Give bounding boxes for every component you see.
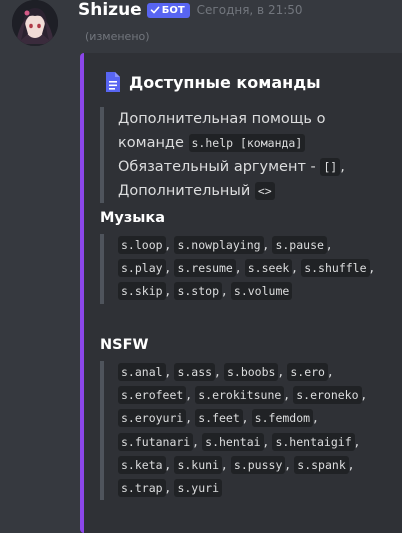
command-code: s.yuri <box>174 479 222 498</box>
field-value-music: s.loop, s.nowplaying, s.pause, s.play, s… <box>100 234 378 304</box>
command-item: s.skip, <box>118 282 170 301</box>
bot-badge: БОТ <box>146 2 190 18</box>
commands-embed: Доступные команды Дополнительная помощь … <box>80 53 402 533</box>
description-line: Дополнительная помощь о <box>118 111 326 127</box>
command-item: s.shuffle, <box>301 259 374 278</box>
description-text: Дополнительный <box>118 183 251 199</box>
command-code: s.hentaigif <box>272 432 355 451</box>
command-code: s.volume <box>230 282 293 301</box>
command-code: s.feet <box>195 409 243 428</box>
command-code: s.trap <box>118 479 166 498</box>
command-code: s.keta <box>118 455 166 474</box>
command-code: s.resume <box>174 259 236 278</box>
command-code: s.shuffle <box>301 259 370 278</box>
command-code: s.boobs <box>223 363 279 381</box>
command-code: s.nowplaying <box>174 236 264 254</box>
command-code: s.hentai <box>202 432 264 451</box>
command-item: s.feet, <box>195 409 247 428</box>
command-code: s.ero <box>287 363 328 381</box>
command-item: s.yuri <box>174 479 222 498</box>
command-code: s.pussy <box>230 455 286 474</box>
bot-avatar[interactable] <box>12 0 58 46</box>
description-punct: , <box>340 159 345 175</box>
command-item: s.ass, <box>174 363 220 381</box>
description-line: Обязательный аргумент - [], <box>118 155 378 179</box>
command-item: s.play, <box>118 259 170 278</box>
command-item: s.boobs, <box>223 363 283 381</box>
message-header: Shizue БОТ Сегодня, в 21:50 <box>78 0 303 22</box>
embed-title: Доступные команды <box>103 71 321 93</box>
command-item: s.loop, <box>118 236 170 254</box>
description-line: команде s.help [команда] <box>118 131 378 155</box>
description-text: команде <box>118 135 184 151</box>
required-arg-code: [] <box>320 158 341 176</box>
bot-badge-label: БОТ <box>161 4 185 16</box>
command-code: s.spank <box>294 455 349 474</box>
username[interactable]: Shizue <box>78 0 142 20</box>
command-code: s.seek <box>244 259 293 278</box>
command-code: s.anal <box>118 363 166 381</box>
field-name-music: Музыка <box>100 210 166 226</box>
command-item: s.erokitsune, <box>195 386 289 405</box>
description-line: Дополнительный <> <box>118 179 378 203</box>
command-code: s.stop <box>174 282 222 301</box>
command-code: s.erofeet <box>118 386 187 405</box>
command-item: s.pussy, <box>230 455 290 474</box>
command-item: s.kuni, <box>174 455 226 474</box>
command-item: s.hentai, <box>202 432 268 451</box>
command-item: s.futanari, <box>118 432 198 451</box>
command-item: s.nowplaying, <box>174 236 268 254</box>
message-timestamp[interactable]: Сегодня, в 21:50 <box>197 3 303 17</box>
command-item: s.eroneko, <box>293 386 366 405</box>
command-code: s.skip <box>118 282 166 301</box>
command-item: s.ero, <box>287 363 332 381</box>
command-item: s.trap, <box>118 479 170 498</box>
optional-arg-code: <> <box>254 182 275 200</box>
command-item: s.femdom, <box>251 409 318 428</box>
command-code: s.play <box>118 259 166 278</box>
command-item: s.resume, <box>174 259 240 278</box>
field-value-nsfw: s.anal, s.ass, s.boobs, s.ero, s.erofeet… <box>100 361 378 501</box>
command-code: s.femdom <box>251 409 314 428</box>
command-code: s.pause <box>272 236 327 254</box>
command-code: s.eroyuri <box>118 409 187 428</box>
command-item: s.erofeet, <box>118 386 191 405</box>
command-code: s.ass <box>174 363 216 381</box>
embed-description: Дополнительная помощь о команде s.help [… <box>100 107 378 203</box>
command-item: s.stop, <box>174 282 226 301</box>
command-item: s.spank, <box>294 455 353 474</box>
command-code: s.futanari <box>118 432 194 451</box>
command-item: s.seek, <box>244 259 297 278</box>
command-code: s.loop <box>118 236 166 254</box>
description-text: Обязательный аргумент - <box>118 159 316 175</box>
command-code: s.erokitsune <box>195 386 285 405</box>
command-code: s.eroneko <box>293 386 362 405</box>
command-code: s.kuni <box>174 455 222 474</box>
field-name-nsfw: NSFW <box>100 337 149 353</box>
command-item: s.pause, <box>272 236 331 254</box>
command-item: s.eroyuri, <box>118 409 191 428</box>
document-icon <box>106 72 120 92</box>
embed-title-text: Доступные команды <box>129 72 321 92</box>
command-item: s.volume <box>230 282 293 301</box>
command-item: s.keta, <box>118 455 170 474</box>
verified-check-icon <box>150 6 160 14</box>
edited-marker: (изменено) <box>85 30 150 43</box>
command-item: s.hentaigif, <box>272 432 359 451</box>
command-item: s.anal, <box>118 363 170 381</box>
help-command-code: s.help [команда] <box>188 134 306 152</box>
